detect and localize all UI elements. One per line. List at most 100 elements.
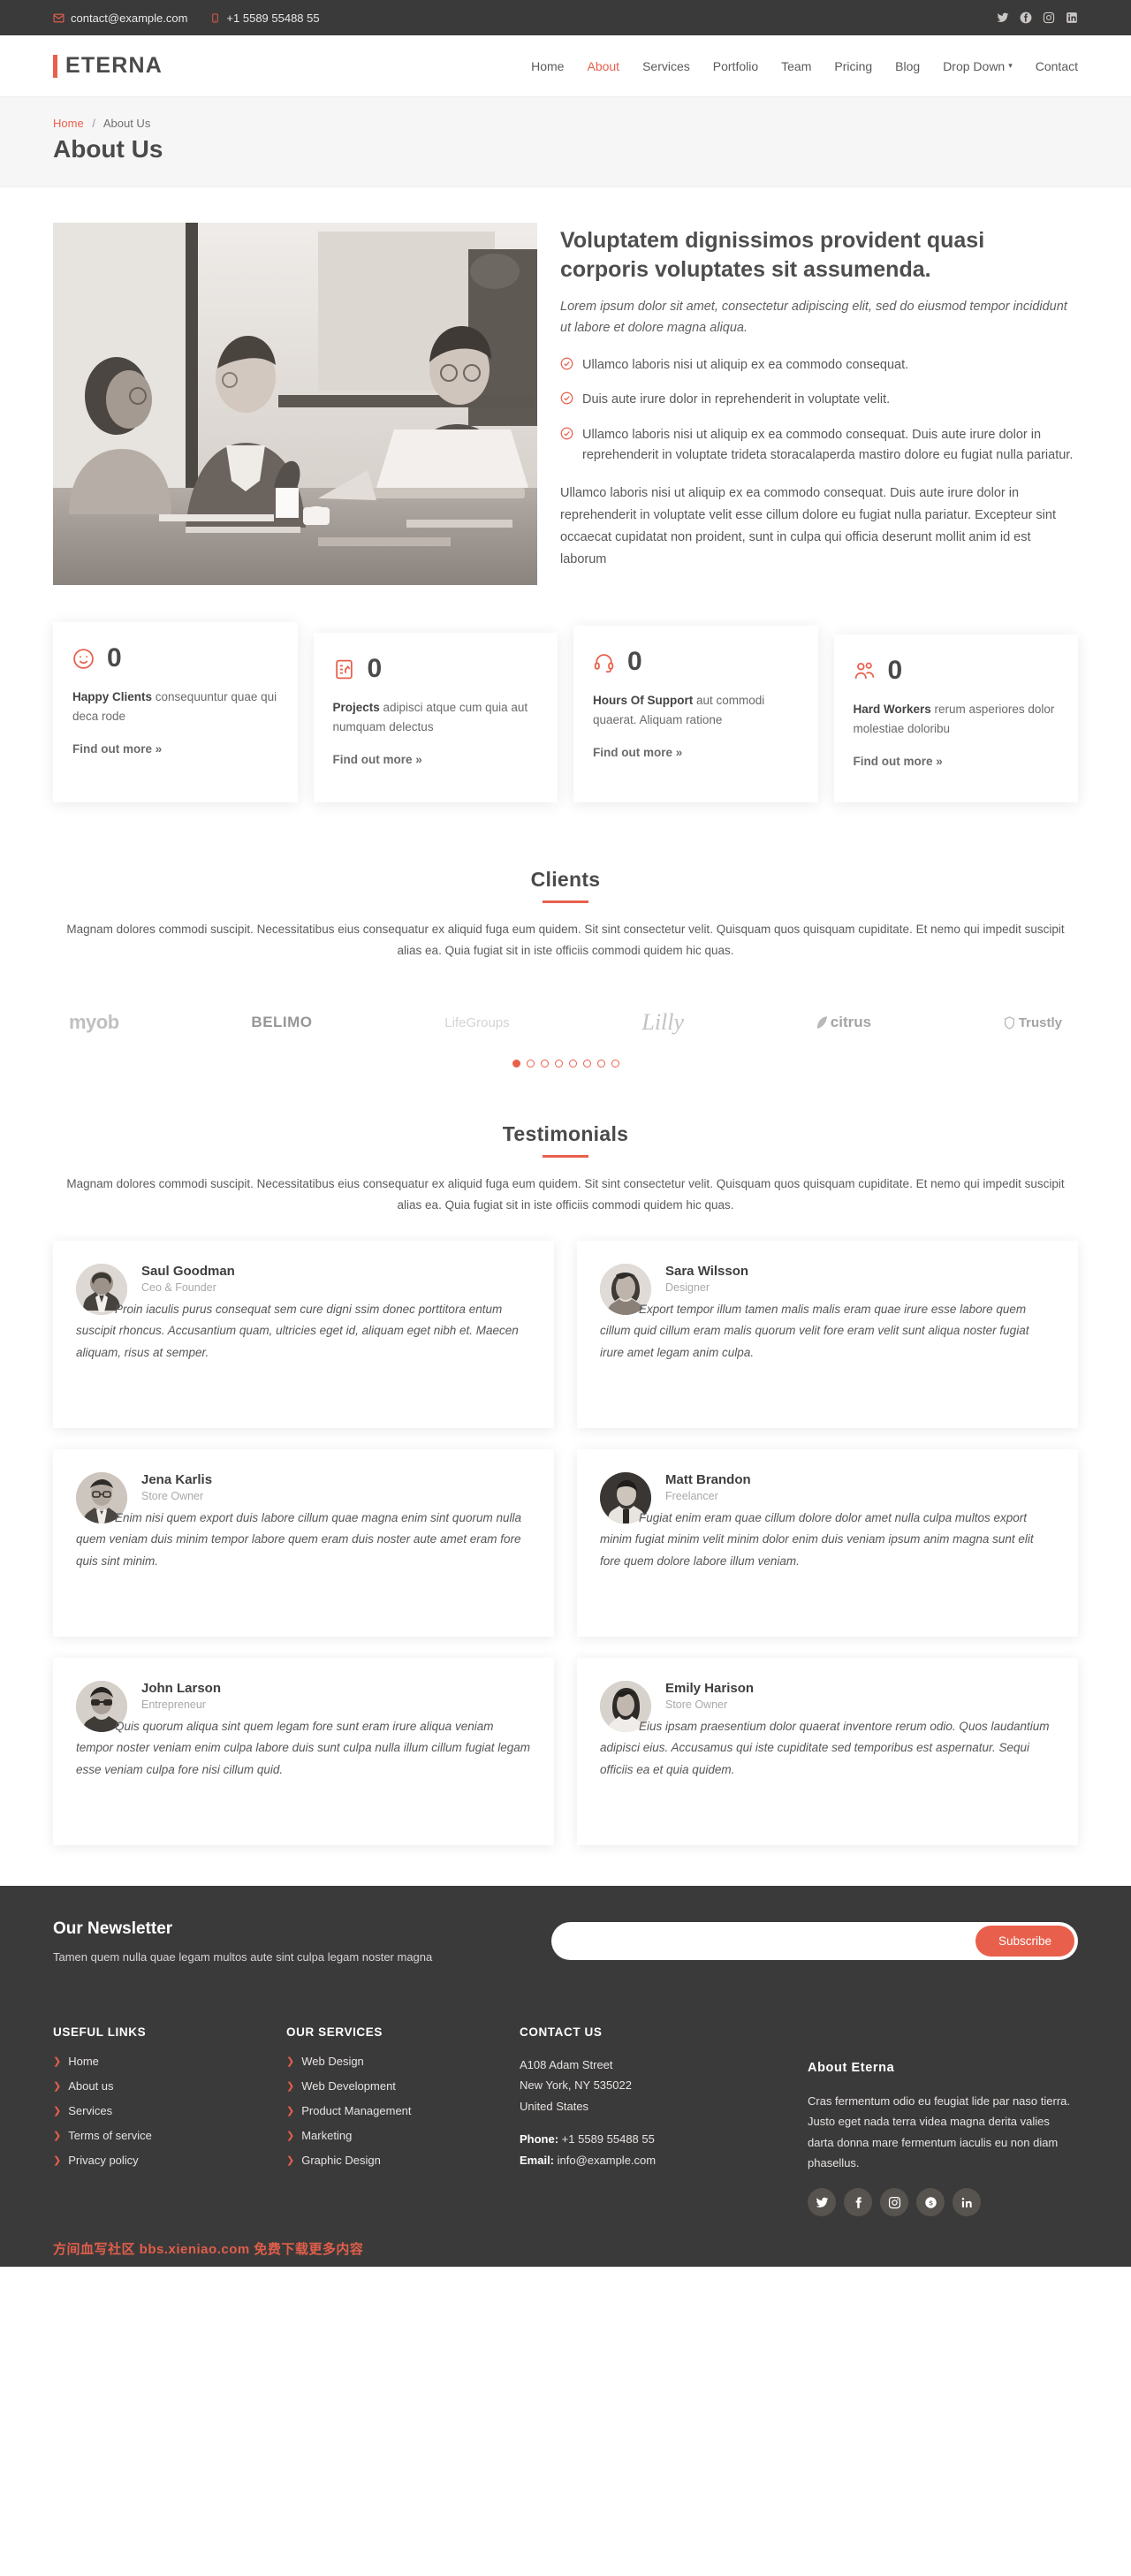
subscribe-button[interactable]: Subscribe xyxy=(975,1926,1074,1957)
newsletter-email-input[interactable] xyxy=(555,1926,975,1957)
nav-item-blog[interactable]: Blog xyxy=(895,59,920,73)
counter-link[interactable]: Find out more » xyxy=(333,753,422,766)
client-logo-text: Lilly xyxy=(641,1009,685,1036)
nav-item-contact[interactable]: Contact xyxy=(1036,59,1078,73)
smiley-icon xyxy=(72,648,95,670)
instagram-icon[interactable] xyxy=(880,2188,908,2217)
counters-section: 0 Happy Clients consequuntur quae qui de… xyxy=(0,603,1131,838)
twitter-icon[interactable] xyxy=(808,2188,836,2217)
counter-value: 0 xyxy=(887,656,903,685)
nav-item-portfolio[interactable]: Portfolio xyxy=(713,59,758,73)
counter-link[interactable]: Find out more » xyxy=(854,755,943,768)
client-logo-myob[interactable]: myob xyxy=(69,1005,119,1040)
about-check-item: Duis aute irure dolor in reprehenderit i… xyxy=(560,390,1078,412)
footer-service-link[interactable]: Web Development xyxy=(301,2079,396,2093)
testimonial-name: Emily Harison xyxy=(665,1680,755,1696)
footer-links-title: USEFUL LINKS xyxy=(53,2025,147,2039)
footer-our-services: OUR SERVICES ❯ Web Design ❯ Web Developmen… xyxy=(286,2025,497,2235)
breadcrumb-current: About Us xyxy=(102,117,151,130)
client-logo-text: LifeGroups xyxy=(444,1014,510,1030)
client-logo-citrus[interactable]: citrus xyxy=(816,1005,871,1040)
section-rule xyxy=(543,900,588,903)
nav-item-services[interactable]: Services xyxy=(642,59,690,73)
testimonial-quote: Enim nisi quem export duis labore cillum… xyxy=(76,1510,521,1568)
testimonial-role: Store Owner xyxy=(665,1698,728,1711)
facebook-icon[interactable] xyxy=(1020,11,1032,24)
clients-title: Clients xyxy=(530,868,601,891)
footer-link[interactable]: Home xyxy=(68,2055,99,2068)
footer-link-item: ❯ Terms of service xyxy=(53,2129,263,2142)
testimonial-role: Store Owner xyxy=(141,1489,204,1502)
testimonial-quote: Fugiat enim eram quae cillum dolore dolo… xyxy=(600,1510,1034,1568)
client-logo-lilly[interactable]: Lilly xyxy=(641,1005,684,1040)
nav-item-pricing[interactable]: Pricing xyxy=(834,59,872,73)
client-logo-lifegroups[interactable]: LifeGroups xyxy=(444,1005,509,1040)
testimonial-card: Emily Harison Store Owner Eius ipsam pra… xyxy=(577,1657,1078,1845)
footer-service-link[interactable]: Web Design xyxy=(301,2055,364,2068)
footer-service-link[interactable]: Marketing xyxy=(301,2129,352,2142)
footer-service-link[interactable]: Product Management xyxy=(301,2104,411,2117)
instagram-icon[interactable] xyxy=(1043,11,1055,24)
client-logo-text: citrus xyxy=(830,1014,872,1031)
client-logo-trustly[interactable]: Trustly xyxy=(1004,1005,1062,1040)
nav-item-about[interactable]: About xyxy=(587,59,619,73)
topbar-phone[interactable]: +1 5589 55488 55 xyxy=(210,11,320,25)
linkedin-icon[interactable] xyxy=(1066,11,1078,24)
nav-item-dropdown[interactable]: Drop Down ▾ xyxy=(943,59,1013,73)
footer-service-item: ❯ Product Management xyxy=(286,2104,497,2117)
testimonial-name: Sara Wilsson xyxy=(665,1263,749,1279)
linkedin-icon[interactable] xyxy=(953,2188,981,2217)
footer-link[interactable]: About us xyxy=(68,2079,113,2093)
carousel-dot[interactable] xyxy=(611,1060,619,1068)
chevron-right-icon: ❯ xyxy=(53,2105,62,2116)
team-meeting-photo xyxy=(53,223,537,585)
footer-link[interactable]: Privacy policy xyxy=(68,2154,138,2167)
carousel-dot[interactable] xyxy=(568,1060,577,1068)
leaf-icon xyxy=(816,1015,827,1029)
envelope-icon xyxy=(53,12,65,24)
testimonial-quote: Export tempor illum tamen malis malis er… xyxy=(600,1302,1029,1359)
counter-link[interactable]: Find out more » xyxy=(593,746,682,759)
testimonial-quote: Quis quorum aliqua sint quem legam fore … xyxy=(76,1719,531,1776)
topbar-email[interactable]: contact@example.com xyxy=(53,11,187,25)
carousel-dot[interactable] xyxy=(582,1060,591,1068)
footer-contact-us: CONTACT US A108 Adam Street New York, NY… xyxy=(520,2025,785,2235)
carousel-dot[interactable] xyxy=(554,1060,563,1068)
footer-address: A108 Adam Street New York, NY 535022 Uni… xyxy=(520,2055,785,2117)
client-logo-belimo[interactable]: BELIMO xyxy=(251,1005,312,1040)
carousel-dot[interactable] xyxy=(540,1060,549,1068)
nav-item-team[interactable]: Team xyxy=(781,59,811,73)
about-check-text: Ullamco laboris nisi ut aliquip ex ea co… xyxy=(582,427,1074,463)
carousel-dot[interactable] xyxy=(526,1060,535,1068)
footer-address-line-2: New York, NY 535022 xyxy=(520,2078,632,2093)
phone-icon xyxy=(210,12,220,24)
carousel-dot[interactable] xyxy=(512,1060,520,1068)
footer-link[interactable]: Services xyxy=(68,2104,112,2117)
footer-phone-value: +1 5589 55488 55 xyxy=(558,2132,655,2147)
counter-value: 0 xyxy=(107,643,122,672)
nav-item-home[interactable]: Home xyxy=(531,59,564,73)
facebook-icon[interactable] xyxy=(844,2188,872,2217)
testimonial-name: Matt Brandon xyxy=(665,1471,751,1487)
site-logo[interactable]: ETERNA xyxy=(53,53,163,79)
about-paragraph: Ullamco laboris nisi ut aliquip ex ea co… xyxy=(560,485,1056,566)
footer-service-link[interactable]: Graphic Design xyxy=(301,2154,381,2167)
counter-label: Hard Workers xyxy=(853,703,931,716)
client-logo-text: BELIMO xyxy=(251,1014,313,1031)
carousel-dot[interactable] xyxy=(596,1060,605,1068)
breadcrumb-home[interactable]: Home xyxy=(53,117,84,130)
client-logo-trustly-mark: Trustly xyxy=(1004,1015,1062,1030)
footer-phone-row: Phone: +1 5589 55488 55 xyxy=(520,2129,785,2150)
footer-service-item: ❯ Graphic Design xyxy=(286,2154,497,2167)
chevron-down-icon: ▾ xyxy=(1008,61,1013,70)
testimonial-name: John Larson xyxy=(141,1680,222,1696)
footer-link[interactable]: Terms of service xyxy=(68,2129,152,2142)
counter-link[interactable]: Find out more » xyxy=(72,742,162,756)
about-content: Voluptatem dignissimos provident quasi c… xyxy=(560,223,1078,571)
about-check-text: Duis aute irure dolor in reprehenderit i… xyxy=(582,392,891,407)
counter-card-hard-workers: 0 Hard Workers rerum asperiores dolor mo… xyxy=(833,635,1078,802)
client-logo-text: myob xyxy=(69,1011,119,1034)
twitter-icon[interactable] xyxy=(997,11,1009,24)
site-footer: USEFUL LINKS ❯ Home ❯ About us ❯ Services ❯… xyxy=(0,1995,1131,2268)
skype-icon[interactable]: S xyxy=(916,2188,945,2217)
